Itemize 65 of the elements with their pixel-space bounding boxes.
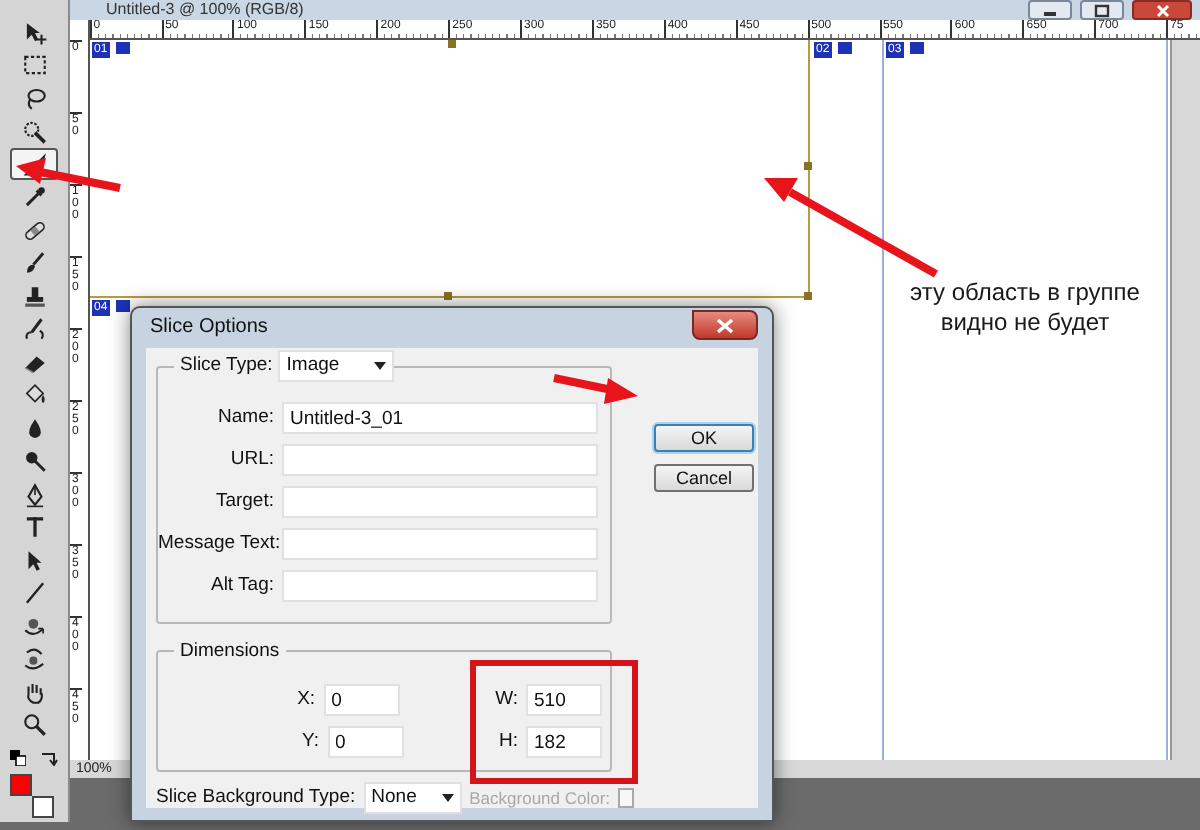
hand-icon — [21, 679, 47, 705]
swap-arrow-icon[interactable] — [40, 750, 58, 766]
field-label: H: — [499, 728, 520, 757]
dialog-title: Slice Options — [148, 314, 268, 342]
color-swatch[interactable] — [10, 774, 32, 796]
bucket-icon — [21, 382, 47, 408]
group-label: Dimensions — [174, 640, 286, 662]
selection-brush-icon — [21, 118, 47, 144]
close-button[interactable] — [692, 310, 758, 340]
field-label: Background Color: — [469, 785, 611, 811]
field-label: W: — [495, 686, 520, 715]
color-swatch[interactable] — [32, 796, 54, 818]
annotation-text: эту область в группе видно не будет — [908, 278, 1142, 338]
field-label: Slice Background Type: — [156, 783, 356, 812]
text-field[interactable]: Untitled-3_01 — [282, 402, 598, 434]
brush-curve-icon — [21, 316, 47, 342]
line-icon — [21, 580, 47, 606]
rotate-icon — [21, 613, 47, 639]
field-label: URL: — [228, 445, 276, 474]
text-field[interactable] — [282, 486, 598, 518]
close-button[interactable] — [1132, 0, 1192, 20]
slice-type-dropdown[interactable]: Image — [278, 350, 395, 382]
brush-icon — [21, 250, 47, 276]
slice-handle[interactable] — [804, 162, 812, 170]
background-type-dropdown[interactable]: None — [363, 782, 462, 814]
lasso-icon — [21, 85, 47, 111]
dialog-button[interactable]: Cancel — [654, 464, 754, 492]
pen-icon — [21, 481, 47, 507]
text-field[interactable] — [282, 570, 598, 602]
slice-type-icon — [113, 298, 132, 314]
document-title: Untitled-3 @ 100% (RGB/8) — [106, 0, 304, 20]
caret-icon — [441, 794, 454, 802]
dashed-rectangle-icon — [21, 52, 47, 78]
close-icon — [716, 317, 734, 333]
annotation-arrow — [16, 158, 121, 192]
type-icon — [21, 514, 47, 540]
slice-handle[interactable] — [804, 292, 812, 300]
maximize-icon — [1094, 3, 1110, 17]
field-label: X: — [297, 686, 318, 715]
orbit-icon — [21, 646, 47, 672]
stamp-icon — [21, 283, 47, 309]
field-label: Message Text: — [158, 529, 282, 558]
number-field[interactable]: 0 — [327, 726, 403, 759]
zoom-icon — [21, 712, 47, 738]
slice-handle[interactable] — [444, 292, 452, 300]
caret-icon — [374, 362, 387, 370]
eyedropper-icon — [21, 184, 47, 210]
dialog-button[interactable]: OK — [654, 424, 754, 452]
field-label: Y: — [302, 728, 321, 757]
slice-handle[interactable] — [448, 40, 456, 48]
text-field[interactable] — [282, 444, 598, 476]
number-field[interactable]: 510 — [526, 684, 602, 717]
field-label: Target: — [213, 487, 276, 516]
text-field[interactable] — [282, 528, 598, 560]
move-icon — [21, 19, 47, 45]
field-label: Alt Tag: — [208, 571, 276, 600]
field-label: Slice Type: — [174, 351, 279, 381]
maximize-button[interactable] — [1080, 0, 1124, 20]
field-label: Name: — [216, 403, 276, 432]
annotation-arrow — [553, 374, 638, 404]
number-field[interactable]: 182 — [526, 726, 602, 759]
number-field[interactable]: 0 — [323, 684, 400, 717]
minimize-button[interactable] — [1028, 0, 1072, 20]
default-colors-icon[interactable] — [10, 750, 26, 766]
magnifier-icon — [21, 448, 47, 474]
